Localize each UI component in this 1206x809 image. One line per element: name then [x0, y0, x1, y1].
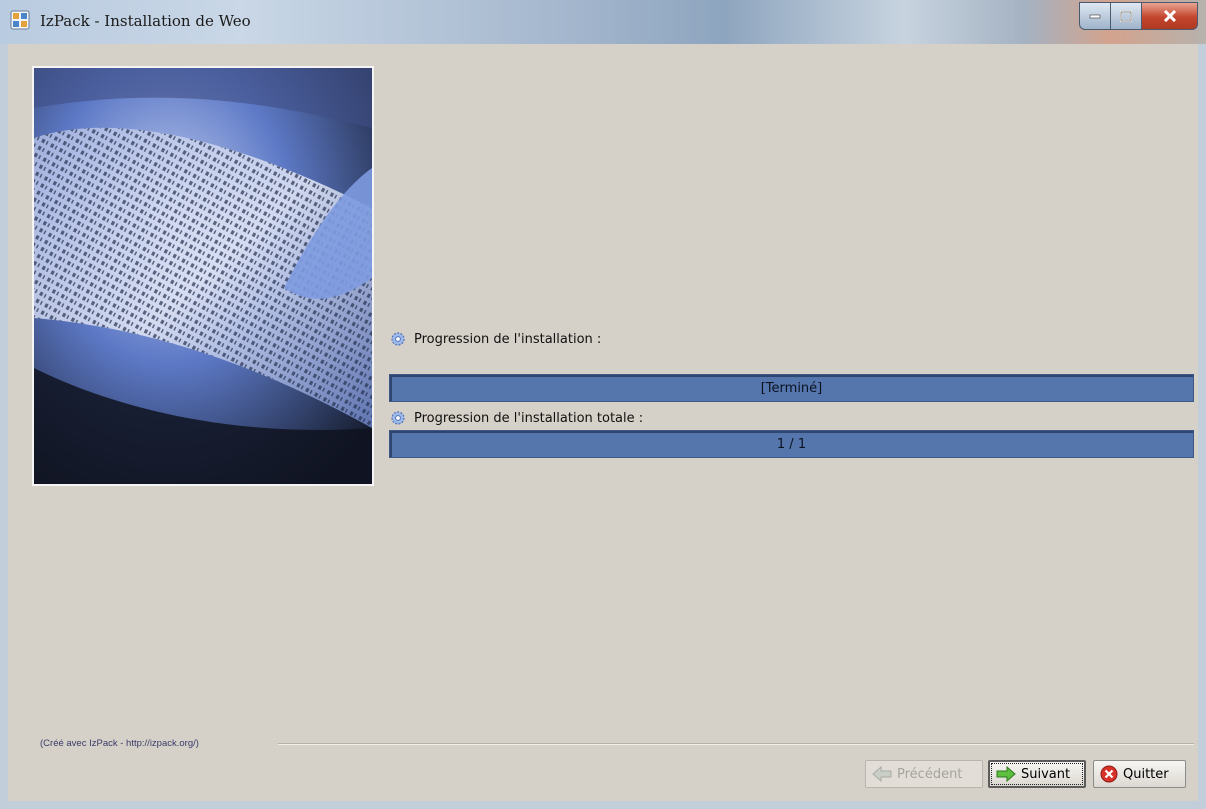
previous-button[interactable]: Précédent [865, 760, 983, 788]
previous-button-label: Précédent [897, 766, 963, 782]
next-button[interactable]: Suivant [988, 760, 1086, 788]
minimize-icon [1089, 14, 1101, 19]
overall-progress-bar: 1 / 1 [389, 430, 1194, 458]
arrow-right-icon [996, 766, 1016, 782]
overall-progress-label: Progression de l'installation totale : [414, 410, 644, 426]
arrow-left-icon [872, 766, 892, 782]
install-progress-label-row: Progression de l'installation : [390, 331, 601, 347]
install-progress-bar: [Terminé] [389, 374, 1194, 402]
maximize-button[interactable] [1111, 2, 1142, 30]
next-button-label: Suivant [1021, 766, 1071, 782]
maximize-icon [1120, 10, 1132, 22]
close-icon [1163, 10, 1176, 22]
window-frame [1198, 44, 1206, 809]
window-frame [0, 44, 8, 809]
quit-button-label: Quitter [1123, 766, 1169, 782]
install-progress-text: [Terminé] [760, 380, 823, 396]
window-title: IzPack - Installation de Weo [40, 12, 251, 30]
gear-icon [391, 332, 405, 346]
window-frame [0, 801, 1206, 809]
cancel-icon [1100, 765, 1118, 783]
izpack-credit: (Créé avec IzPack - http://izpack.org/) [40, 738, 205, 749]
app-icon [10, 10, 30, 30]
gear-icon [391, 411, 405, 425]
overall-progress-label-row: Progression de l'installation totale : [390, 410, 643, 426]
close-button[interactable] [1142, 2, 1198, 30]
overall-progress-text: 1 / 1 [776, 436, 807, 452]
footer-separator [278, 743, 1194, 745]
title-bar[interactable]: IzPack - Installation de Weo [0, 0, 1206, 44]
quit-button[interactable]: Quitter [1093, 760, 1186, 788]
install-progress-label: Progression de l'installation : [414, 331, 602, 347]
installer-window: IzPack - Installation de Weo Progression… [0, 0, 1206, 809]
installer-side-image [32, 66, 374, 486]
minimize-button[interactable] [1079, 2, 1111, 30]
